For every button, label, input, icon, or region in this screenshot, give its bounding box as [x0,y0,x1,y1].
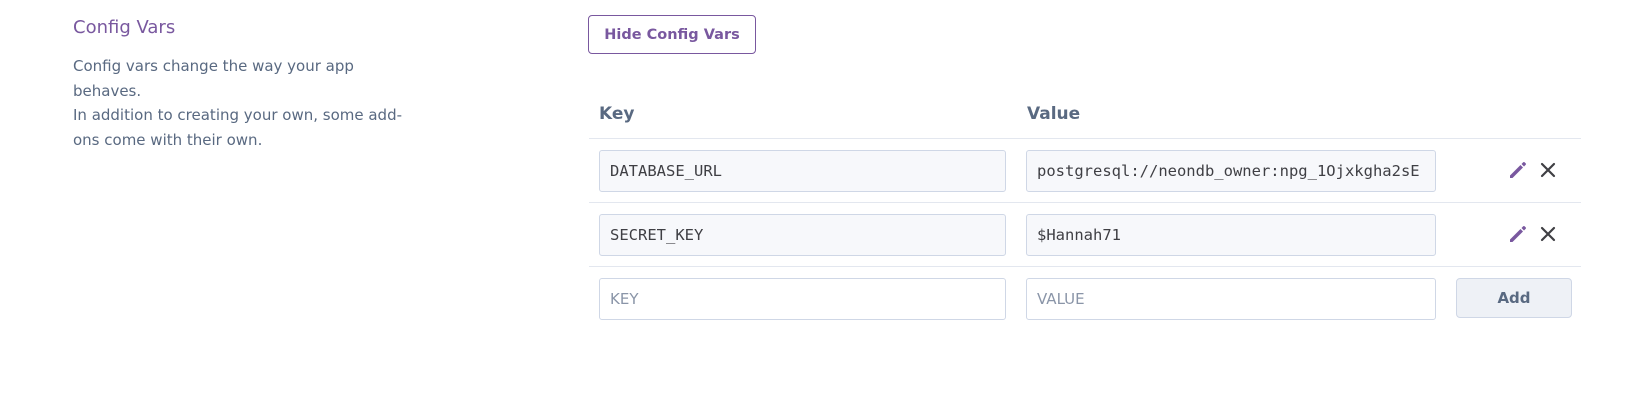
section-description: Config vars change the way your app beha… [73,54,423,152]
pencil-icon[interactable] [1507,223,1529,245]
close-icon[interactable] [1537,159,1559,181]
description-line: Config vars change the way your app beha… [73,57,354,100]
config-var-row: DATABASE_URL postgresql://neondb_owner:n… [589,139,1581,203]
table-header: Key Value [589,100,1581,139]
new-key-input[interactable]: KEY [599,278,1006,320]
config-vars-page: Config Vars Config vars change the way y… [0,0,1642,405]
config-var-key-field[interactable]: SECRET_KEY [599,214,1006,256]
column-header-key: Key [599,104,635,124]
config-vars-table: Key Value DATABASE_URL postgresql://neon… [589,100,1581,330]
description-line: ons come with their own. [73,130,263,149]
config-vars-intro: Config Vars Config vars change the way y… [73,16,433,152]
section-title: Config Vars [73,17,176,38]
add-config-var-button[interactable]: Add [1456,278,1572,318]
config-var-value-field[interactable]: $Hannah71 [1026,214,1436,256]
config-var-key-field[interactable]: DATABASE_URL [599,150,1006,192]
new-value-input[interactable]: VALUE [1026,278,1436,320]
config-var-value-field[interactable]: postgresql://neondb_owner:npg_1Ojxkgha2s… [1026,150,1436,192]
close-icon[interactable] [1537,223,1559,245]
hide-config-vars-button[interactable]: Hide Config Vars [588,15,756,54]
new-config-var-row: KEY VALUE Add [589,267,1581,330]
column-header-value: Value [1027,104,1081,124]
pencil-icon[interactable] [1507,159,1529,181]
description-line: In addition to creating your own, some a… [73,106,403,124]
config-var-row: SECRET_KEY $Hannah71 [589,203,1581,267]
